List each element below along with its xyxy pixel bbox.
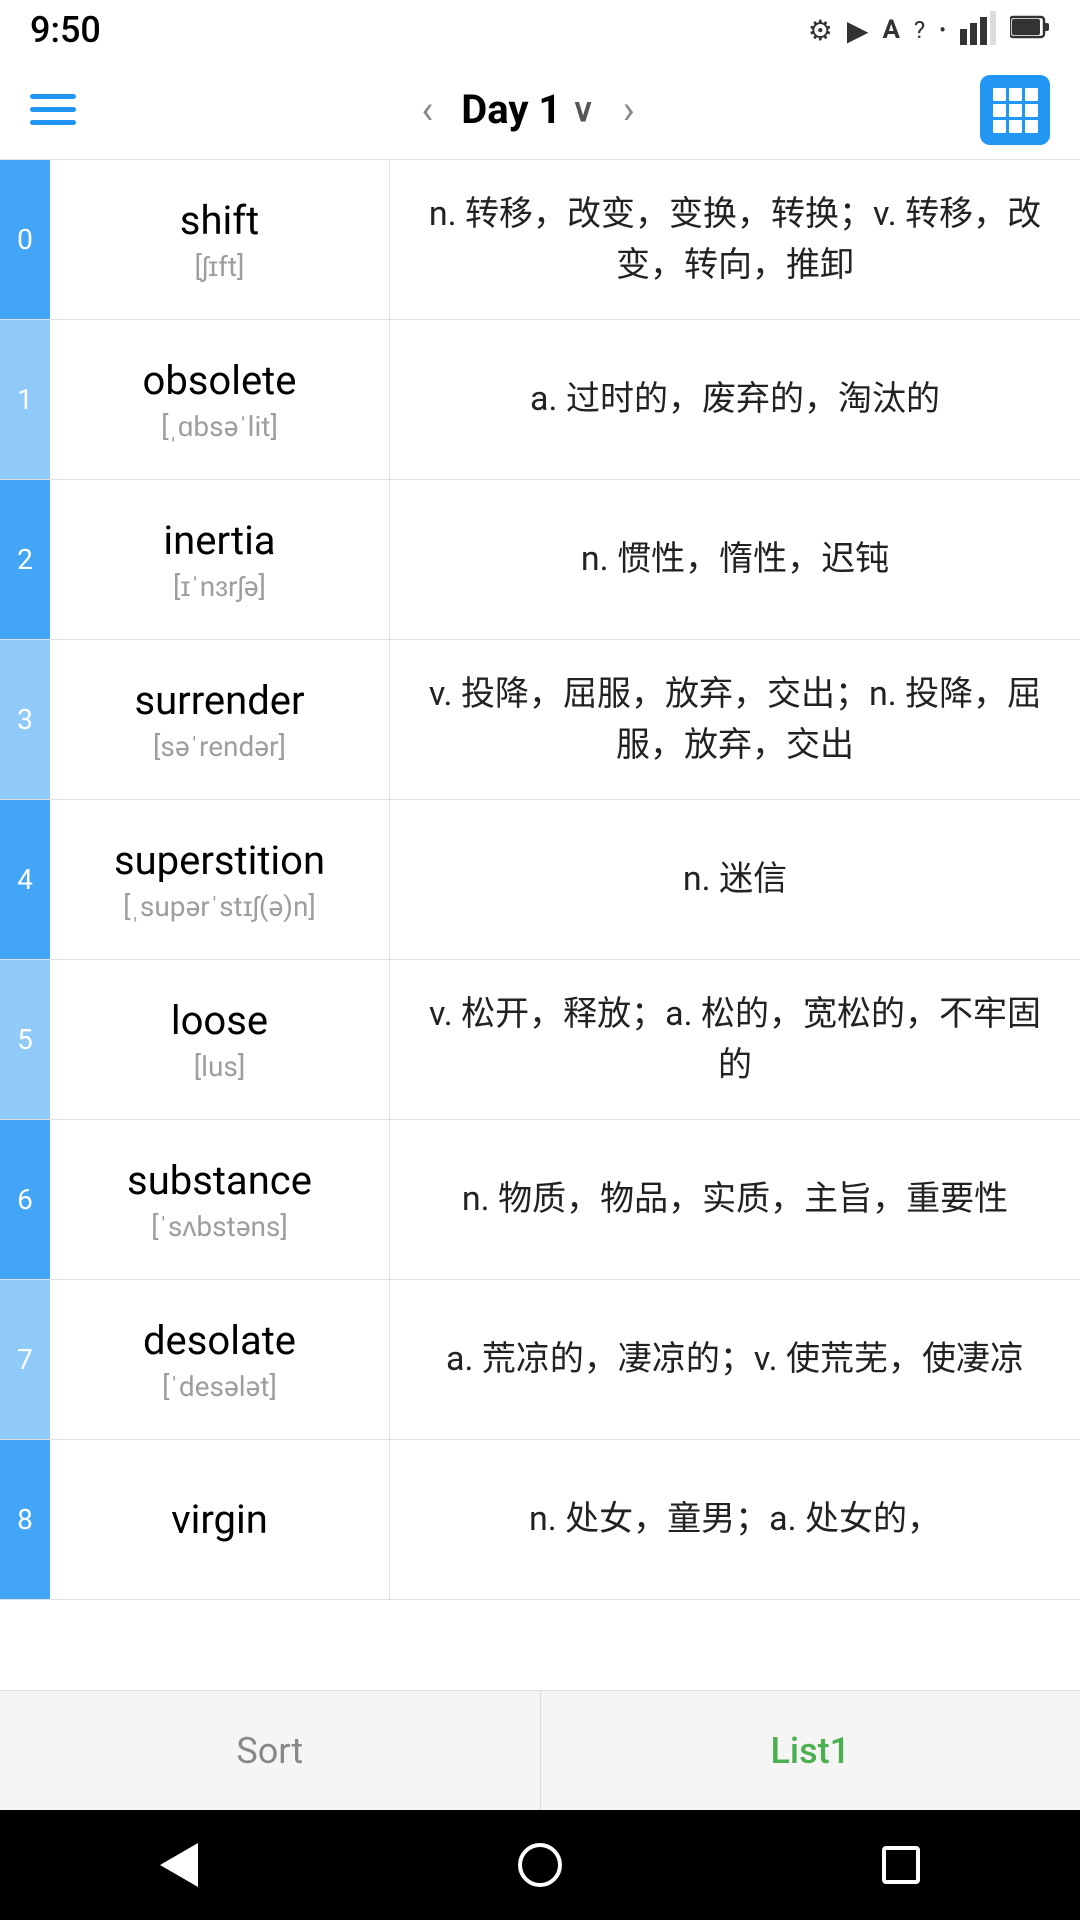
table-row[interactable]: 7 desolate [ˈdesələt] a. 荒凉的，凄凉的；v. 使荒芜，使凄凉 [0, 1280, 1080, 1440]
battery-icon [1010, 14, 1050, 47]
word-text: substance [127, 1157, 312, 1204]
word-text: obsolete [143, 357, 297, 404]
table-row[interactable]: 1 obsolete [ˌɑbsəˈlit] a. 过时的，废弃的，淘汰的 [0, 320, 1080, 480]
word-phonetic: [ɪˈnɜrʃə] [173, 570, 266, 603]
table-row[interactable]: 4 superstition [ˌsupərˈstɪʃ(ə)n] n. 迷信 [0, 800, 1080, 960]
recents-button[interactable] [882, 1846, 920, 1884]
row-definition: n. 转移，改变，变换，转换；v. 转移，改变，转向，推卸 [390, 160, 1080, 319]
row-index: 8 [0, 1440, 50, 1599]
row-index: 2 [0, 480, 50, 639]
row-definition: a. 荒凉的，凄凉的；v. 使荒芜，使凄凉 [390, 1280, 1080, 1439]
chevron-down-icon: ∨ [571, 91, 594, 129]
word-phonetic: [ˌsupərˈstɪʃ(ə)n] [123, 890, 316, 923]
row-index: 4 [0, 800, 50, 959]
row-word: desolate [ˈdesələt] [50, 1280, 390, 1439]
day-title: Day 1 [461, 86, 561, 133]
list1-tab[interactable]: List1 [541, 1691, 1080, 1810]
prev-button[interactable]: ‹ [411, 86, 443, 133]
row-word: surrender [səˈrendər] [50, 640, 390, 799]
word-phonetic: [ˈsʌbstəns] [151, 1210, 288, 1243]
grid-view-button[interactable] [980, 75, 1050, 145]
dot-icon: • [939, 18, 946, 42]
row-word: virgin [50, 1440, 390, 1599]
nav-bar: ‹ Day 1 ∨ › [0, 60, 1080, 160]
word-phonetic: [ʃɪft] [195, 250, 245, 283]
row-index: 5 [0, 960, 50, 1119]
word-text: virgin [171, 1496, 268, 1543]
word-phonetic: [ˈdesələt] [162, 1370, 277, 1403]
status-icons: ⚙ ▶ A ? • [808, 9, 1050, 52]
row-definition: n. 物质，物品，实质，主旨，重要性 [390, 1120, 1080, 1279]
row-definition: n. 处女，童男；a. 处女的， [390, 1440, 1080, 1599]
wifi-icon: ? [914, 16, 925, 44]
row-word: obsolete [ˌɑbsəˈlit] [50, 320, 390, 479]
settings-icon: ⚙ [808, 14, 833, 47]
row-word: inertia [ɪˈnɜrʃə] [50, 480, 390, 639]
signal-icon [960, 9, 996, 52]
word-text: inertia [163, 517, 275, 564]
word-text: loose [171, 997, 268, 1044]
row-index: 6 [0, 1120, 50, 1279]
word-list: 0 shift [ʃɪft] n. 转移，改变，变换，转换；v. 转移，改变，转向，推… [0, 160, 1080, 1690]
table-row[interactable]: 5 loose [lus] v. 松开，释放；a. 松的，宽松的，不牢固的 [0, 960, 1080, 1120]
nav-center: ‹ Day 1 ∨ › [411, 86, 645, 133]
row-word: shift [ʃɪft] [50, 160, 390, 319]
status-bar: 9:50 ⚙ ▶ A ? • [0, 0, 1080, 60]
play-protect-icon: ▶ [847, 14, 869, 47]
word-text: shift [180, 197, 259, 244]
sort-tab[interactable]: Sort [0, 1691, 541, 1810]
row-index: 0 [0, 160, 50, 319]
row-word: substance [ˈsʌbstəns] [50, 1120, 390, 1279]
font-icon: A [882, 15, 899, 45]
next-button[interactable]: › [613, 86, 645, 133]
row-definition: a. 过时的，废弃的，淘汰的 [390, 320, 1080, 479]
table-row[interactable]: 8 virgin n. 处女，童男；a. 处女的， [0, 1440, 1080, 1600]
table-row[interactable]: 2 inertia [ɪˈnɜrʃə] n. 惯性，惰性，迟钝 [0, 480, 1080, 640]
word-text: surrender [134, 677, 304, 724]
table-row[interactable]: 0 shift [ʃɪft] n. 转移，改变，变换，转换；v. 转移，改变，转向，推… [0, 160, 1080, 320]
word-phonetic: [lus] [194, 1050, 246, 1083]
table-row[interactable]: 6 substance [ˈsʌbstəns] n. 物质，物品，实质，主旨，重要性 [0, 1120, 1080, 1280]
row-index: 7 [0, 1280, 50, 1439]
bottom-tabs: Sort List1 [0, 1690, 1080, 1810]
table-row[interactable]: 3 surrender [səˈrendər] v. 投降，屈服，放弃，交出；n. 投… [0, 640, 1080, 800]
row-index: 1 [0, 320, 50, 479]
row-definition: n. 迷信 [390, 800, 1080, 959]
row-word: superstition [ˌsupərˈstɪʃ(ə)n] [50, 800, 390, 959]
row-index: 3 [0, 640, 50, 799]
back-button[interactable] [160, 1843, 198, 1887]
system-nav-bar [0, 1810, 1080, 1920]
day-selector[interactable]: Day 1 ∨ [461, 86, 595, 133]
row-definition: v. 投降，屈服，放弃，交出；n. 投降，屈服，放弃，交出 [390, 640, 1080, 799]
word-text: superstition [114, 837, 325, 884]
row-definition: v. 松开，释放；a. 松的，宽松的，不牢固的 [390, 960, 1080, 1119]
word-phonetic: [səˈrendər] [153, 730, 286, 763]
row-word: loose [lus] [50, 960, 390, 1119]
home-button[interactable] [518, 1843, 562, 1887]
word-text: desolate [143, 1317, 296, 1364]
word-phonetic: [ˌɑbsəˈlit] [161, 410, 278, 443]
menu-button[interactable] [30, 94, 76, 125]
status-time: 9:50 [30, 9, 101, 51]
row-definition: n. 惯性，惰性，迟钝 [390, 480, 1080, 639]
